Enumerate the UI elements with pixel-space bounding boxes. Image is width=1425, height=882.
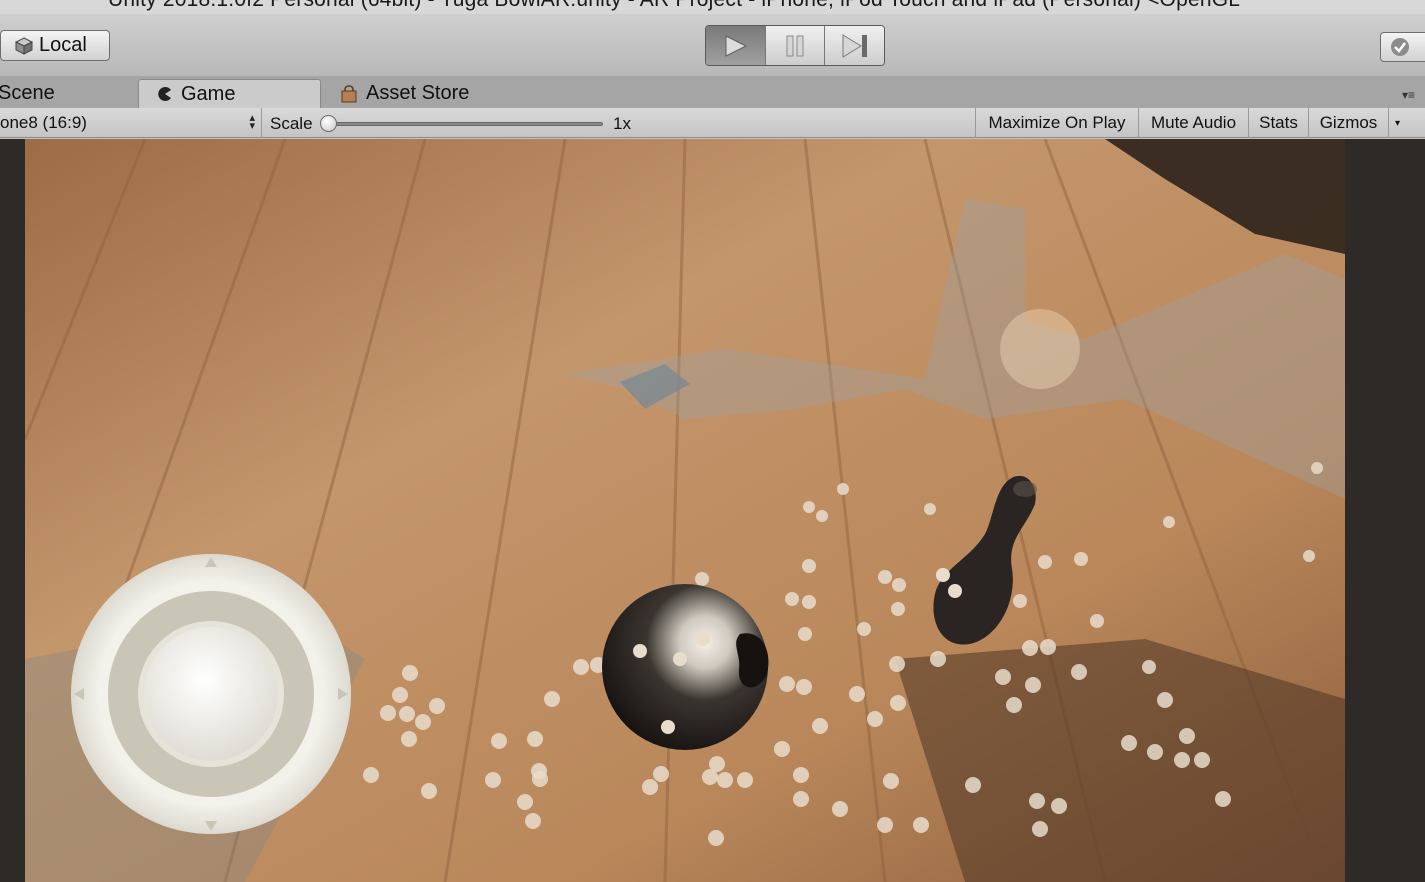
scale-label: Scale <box>270 114 313 133</box>
game-view[interactable] <box>0 139 1425 882</box>
gizmos-toggle[interactable]: Gizmos <box>1308 108 1388 138</box>
unity-editor-window: Unity 2018.1.0f2 Personal (64bit) - Tuga… <box>0 0 1425 882</box>
scale-value: 1x <box>613 114 631 133</box>
play-icon <box>725 34 748 57</box>
stats-toggle[interactable]: Stats <box>1248 108 1308 138</box>
collab-button[interactable] <box>1380 32 1425 62</box>
maximize-on-play-label: Maximize On Play <box>988 113 1126 132</box>
pivot-local-toggle-button[interactable]: Local <box>0 30 110 61</box>
editor-tab-bar: Scene Game Asset Store ▾≡ <box>0 76 1425 108</box>
tab-asset-store-label: Asset Store <box>366 82 470 104</box>
tab-options-menu-icon[interactable]: ▾≡ <box>1402 88 1415 102</box>
game-view-toolbar: one8 (16:9) ▴ ▾ Scale 1x Maximize On Play… <box>0 108 1425 138</box>
resolution-dropdown[interactable]: one8 (16:9) ▴ ▾ <box>0 108 262 138</box>
tab-scene[interactable]: Scene <box>0 79 134 108</box>
cube-icon <box>15 36 33 55</box>
asset-store-bag-icon <box>340 84 358 103</box>
ar-camera-scene[interactable] <box>25 139 1345 882</box>
window-title-bar: Unity 2018.1.0f2 Personal (64bit) - Tuga… <box>0 0 1425 14</box>
light-glare <box>1000 309 1080 389</box>
game-pacman-icon <box>157 86 173 102</box>
mute-audio-toggle[interactable]: Mute Audio <box>1138 108 1248 138</box>
tab-game-label: Game <box>181 82 236 105</box>
window-title: Unity 2018.1.0f2 Personal (64bit) - Tuga… <box>108 0 1240 12</box>
playmode-controls <box>705 25 885 66</box>
gizmos-dropdown-arrow-icon[interactable]: ▾ <box>1388 108 1406 138</box>
resolution-value: one8 (16:9) <box>0 113 87 132</box>
letterbox-left <box>0 139 25 882</box>
tab-game[interactable]: Game <box>138 79 321 108</box>
letterbox-right <box>1345 139 1425 882</box>
scale-slider-track[interactable] <box>328 122 603 126</box>
mute-audio-label: Mute Audio <box>1150 113 1237 132</box>
main-toolbar: Local <box>0 14 1425 76</box>
local-label: Local <box>39 34 87 56</box>
step-icon <box>842 33 867 58</box>
maximize-on-play-toggle[interactable]: Maximize On Play <box>975 108 1138 138</box>
gizmos-label: Gizmos <box>1319 113 1378 132</box>
scale-slider-thumb[interactable] <box>320 115 337 132</box>
updown-arrows-icon: ▴ ▾ <box>249 112 255 132</box>
checkmark-icon <box>1391 38 1409 56</box>
pause-icon <box>786 35 804 56</box>
play-button[interactable] <box>706 26 766 65</box>
tab-scene-label: Scene <box>0 82 55 104</box>
virtual-joystick[interactable] <box>71 554 351 834</box>
tab-asset-store[interactable]: Asset Store <box>340 79 510 108</box>
stats-label: Stats <box>1259 113 1298 132</box>
step-button[interactable] <box>825 26 884 65</box>
pause-button[interactable] <box>765 26 826 65</box>
bowling-ball <box>602 584 769 750</box>
